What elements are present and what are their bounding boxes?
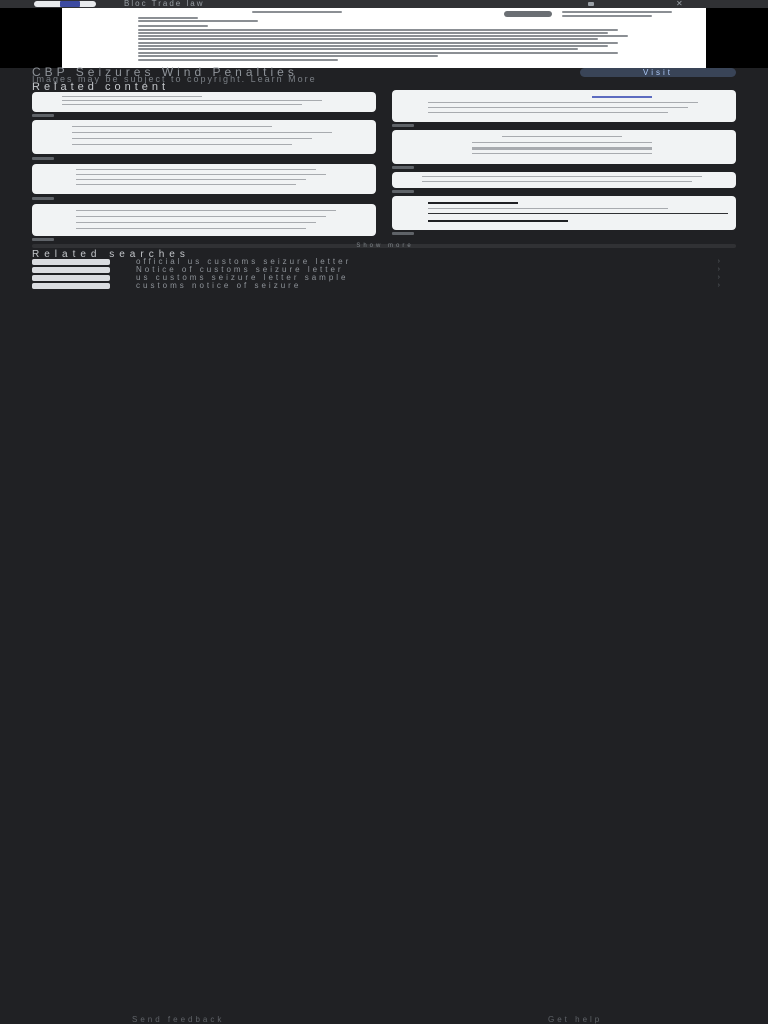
source-icon [32,114,54,117]
document-image [62,8,706,68]
related-card[interactable] [32,204,376,236]
related-card[interactable] [392,130,736,164]
related-card[interactable] [32,120,376,154]
close-icon[interactable]: ✕ [676,0,702,8]
search-thumbnail [32,267,110,273]
chevron-right-icon: › [717,274,720,281]
source-icon [32,197,54,200]
chevron-right-icon: › [717,266,720,273]
source-icon [32,157,54,160]
related-content-heading: Related content [32,82,170,92]
related-card[interactable] [392,90,736,122]
image-preview[interactable] [0,8,768,68]
search-thumbnail [32,283,110,289]
send-feedback-link[interactable]: Send feedback [132,1016,224,1024]
source-icon [32,238,54,241]
chevron-right-icon: › [717,282,720,289]
source-icon [392,124,414,127]
related-card[interactable] [32,164,376,194]
search-thumbnail [32,259,110,265]
source-icon [392,190,414,193]
related-card[interactable] [32,92,376,112]
related-search-text: customs notice of seizure [136,281,302,290]
more-options-icon[interactable] [588,2,594,6]
logo-icon [60,1,80,7]
visit-button[interactable]: Visit [580,68,736,77]
show-more-button[interactable]: Show more [300,243,470,249]
get-help-link[interactable]: Get help [548,1016,602,1024]
source-icon [392,166,414,169]
seal-icon [504,11,552,17]
related-card[interactable] [392,172,736,188]
related-search-item[interactable]: customs notice of seizure › [32,281,736,290]
top-bar: Bloc Trade law ✕ [0,0,768,8]
source-icon [392,232,414,235]
search-thumbnail [32,275,110,281]
chevron-right-icon: › [717,258,720,265]
related-card[interactable] [392,196,736,230]
